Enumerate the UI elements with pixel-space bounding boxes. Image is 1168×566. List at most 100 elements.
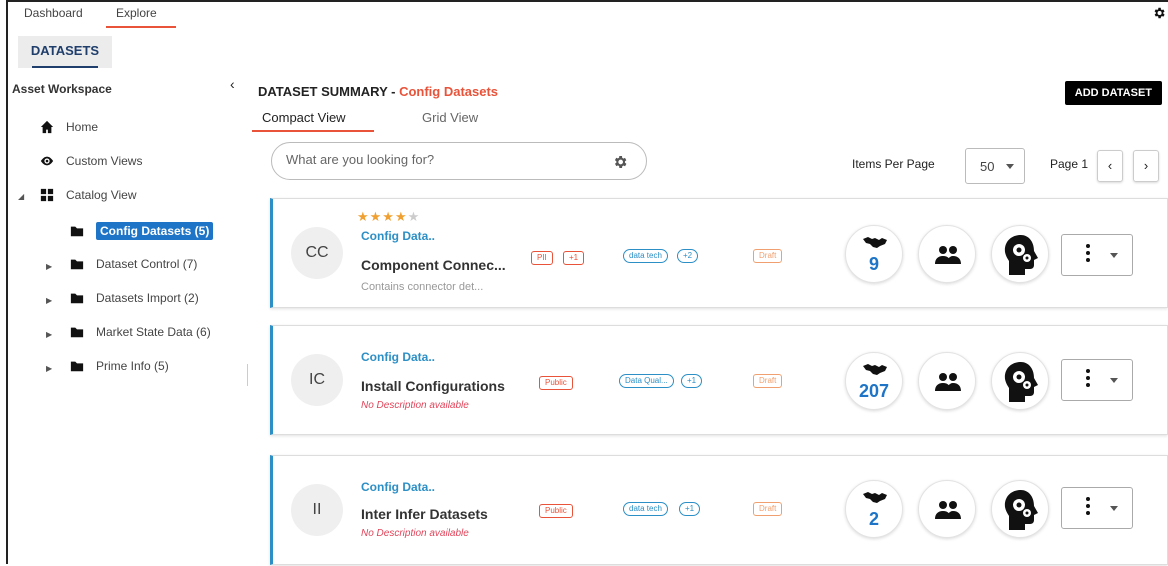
folder-label: Prime Info (5) <box>96 359 169 373</box>
datasets-tab-underline <box>32 66 98 68</box>
sidebar-title: Asset Workspace <box>12 82 112 96</box>
status-badge: Draft <box>753 502 783 516</box>
add-dataset-button[interactable]: ADD DATASET <box>1064 81 1162 105</box>
search-box <box>271 142 647 180</box>
endorsements-button[interactable]: 2 <box>845 480 903 538</box>
prev-page-button[interactable]: ‹ <box>1097 150 1123 182</box>
expand-caret-icon[interactable]: ◢ <box>18 192 24 201</box>
collapse-sidebar-icon[interactable]: ‹ <box>230 76 235 92</box>
status-badge: Draft <box>753 374 783 388</box>
folder-config-datasets[interactable]: Config Datasets (5) <box>70 222 214 240</box>
dataset-card[interactable]: IC Config Data.. Install Configurations … <box>270 325 1168 435</box>
ai-insights-button[interactable] <box>991 225 1049 283</box>
expand-caret-icon[interactable]: ▶ <box>46 330 52 339</box>
items-per-page-select[interactable]: 50 <box>965 148 1025 184</box>
sidebar-item-label: Home <box>66 120 99 134</box>
active-tab-underline <box>106 26 176 28</box>
expand-caret-icon[interactable]: ▶ <box>46 364 52 373</box>
chevron-down-icon <box>1110 506 1118 511</box>
dataset-breadcrumb[interactable]: Config Data.. <box>361 480 435 494</box>
avatar: IC <box>291 354 343 406</box>
endorsements-button[interactable]: 9 <box>845 225 903 283</box>
stakeholders-button[interactable] <box>918 352 976 410</box>
term-tag[interactable]: Data Qual... <box>619 374 674 388</box>
more-tags-badge[interactable]: +1 <box>563 251 585 265</box>
dataset-breadcrumb[interactable]: Config Data.. <box>361 229 435 243</box>
folder-prime-info[interactable]: Prime Info (5) <box>70 359 169 373</box>
grid-icon <box>40 188 54 202</box>
folder-icon <box>70 361 84 372</box>
expand-caret-icon[interactable]: ▶ <box>46 296 52 305</box>
dataset-card[interactable]: II Config Data.. Inter Infer Datasets No… <box>270 455 1168 565</box>
sidebar-item-label: Catalog View <box>66 188 137 202</box>
more-actions-dropdown[interactable] <box>1061 234 1133 276</box>
expand-caret-icon[interactable]: ▶ <box>46 262 52 271</box>
items-per-page-label: Items Per Page <box>852 157 935 171</box>
folder-label: Market State Data (6) <box>96 325 211 339</box>
sidebar-item-home[interactable]: Home <box>40 120 98 134</box>
more-actions-dropdown[interactable] <box>1061 487 1133 529</box>
dataset-breadcrumb[interactable]: Config Data.. <box>361 350 435 364</box>
avatar: II <box>291 484 343 536</box>
next-page-button[interactable]: › <box>1133 150 1159 182</box>
sidebar-resize-handle[interactable] <box>247 364 248 386</box>
ai-insights-button[interactable] <box>991 480 1049 538</box>
folder-icon <box>70 293 84 304</box>
brain-gear-icon <box>1004 490 1038 530</box>
stakeholders-button[interactable] <box>918 480 976 538</box>
settings-gear-icon[interactable] <box>1152 6 1166 20</box>
search-settings-gear-icon[interactable] <box>612 154 628 170</box>
tab-grid-view[interactable]: Grid View <box>422 110 478 125</box>
endorsement-count: 9 <box>868 254 879 274</box>
kebab-icon <box>1086 244 1090 265</box>
classification-tag[interactable]: Public <box>539 376 573 390</box>
endorsements-button[interactable]: 207 <box>845 352 903 410</box>
sidebar-item-custom-views[interactable]: Custom Views <box>40 154 142 168</box>
folder-dataset-control[interactable]: Dataset Control (7) <box>70 257 197 271</box>
classification-tag[interactable]: Public <box>539 504 573 518</box>
tab-explore[interactable]: Explore <box>116 6 157 20</box>
sidebar-item-catalog-view[interactable]: Catalog View <box>40 188 137 202</box>
stakeholders-button[interactable] <box>918 225 976 283</box>
dataset-card[interactable]: CC ★★★★★ Config Data.. Component Connec.… <box>270 198 1168 308</box>
summary-name: Config Datasets <box>399 84 499 99</box>
kebab-icon <box>1086 497 1090 518</box>
term-tag[interactable]: data tech <box>623 249 668 263</box>
folder-datasets-import[interactable]: Datasets Import (2) <box>70 291 199 305</box>
folder-label: Dataset Control (7) <box>96 257 198 271</box>
ai-insights-button[interactable] <box>991 352 1049 410</box>
main-content: DATASET SUMMARY - Config Datasets ADD DA… <box>252 72 1168 566</box>
status-badge: Draft <box>753 249 783 263</box>
datasets-tab[interactable]: DATASETS <box>18 36 112 68</box>
dataset-description: No Description available <box>361 400 469 411</box>
tab-compact-view[interactable]: Compact View <box>262 110 346 125</box>
folder-icon <box>70 327 84 338</box>
users-icon <box>935 373 961 391</box>
handshake-icon <box>863 237 887 248</box>
brain-gear-icon <box>1004 235 1038 275</box>
more-terms-badge[interactable]: +1 <box>679 502 701 516</box>
dataset-title[interactable]: Component Connec... <box>361 257 506 273</box>
chevron-down-icon <box>1006 164 1014 169</box>
more-terms-badge[interactable]: +1 <box>681 374 703 388</box>
more-actions-dropdown[interactable] <box>1061 359 1133 401</box>
more-terms-badge[interactable]: +2 <box>677 249 699 263</box>
sidebar-item-label: Custom Views <box>66 154 143 168</box>
avatar: CC <box>291 227 343 279</box>
dataset-title[interactable]: Install Configurations <box>361 378 505 394</box>
app-frame: Dashboard Explore DATASETS Asset Workspa… <box>6 0 1168 566</box>
chevron-down-icon <box>1110 378 1118 383</box>
term-tag[interactable]: data tech <box>623 502 668 516</box>
folder-icon <box>70 226 84 237</box>
users-icon <box>935 246 961 264</box>
tab-dashboard[interactable]: Dashboard <box>24 6 83 20</box>
chevron-down-icon <box>1110 253 1118 258</box>
top-nav: Dashboard Explore <box>8 2 1168 34</box>
classification-tag[interactable]: PII <box>531 251 553 265</box>
dataset-title[interactable]: Inter Infer Datasets <box>361 506 488 522</box>
items-per-page-value: 50 <box>980 159 995 174</box>
folder-icon <box>70 259 84 270</box>
folder-market-state-data[interactable]: Market State Data (6) <box>70 325 211 339</box>
dataset-description: No Description available <box>361 528 469 539</box>
search-input[interactable] <box>286 152 586 167</box>
